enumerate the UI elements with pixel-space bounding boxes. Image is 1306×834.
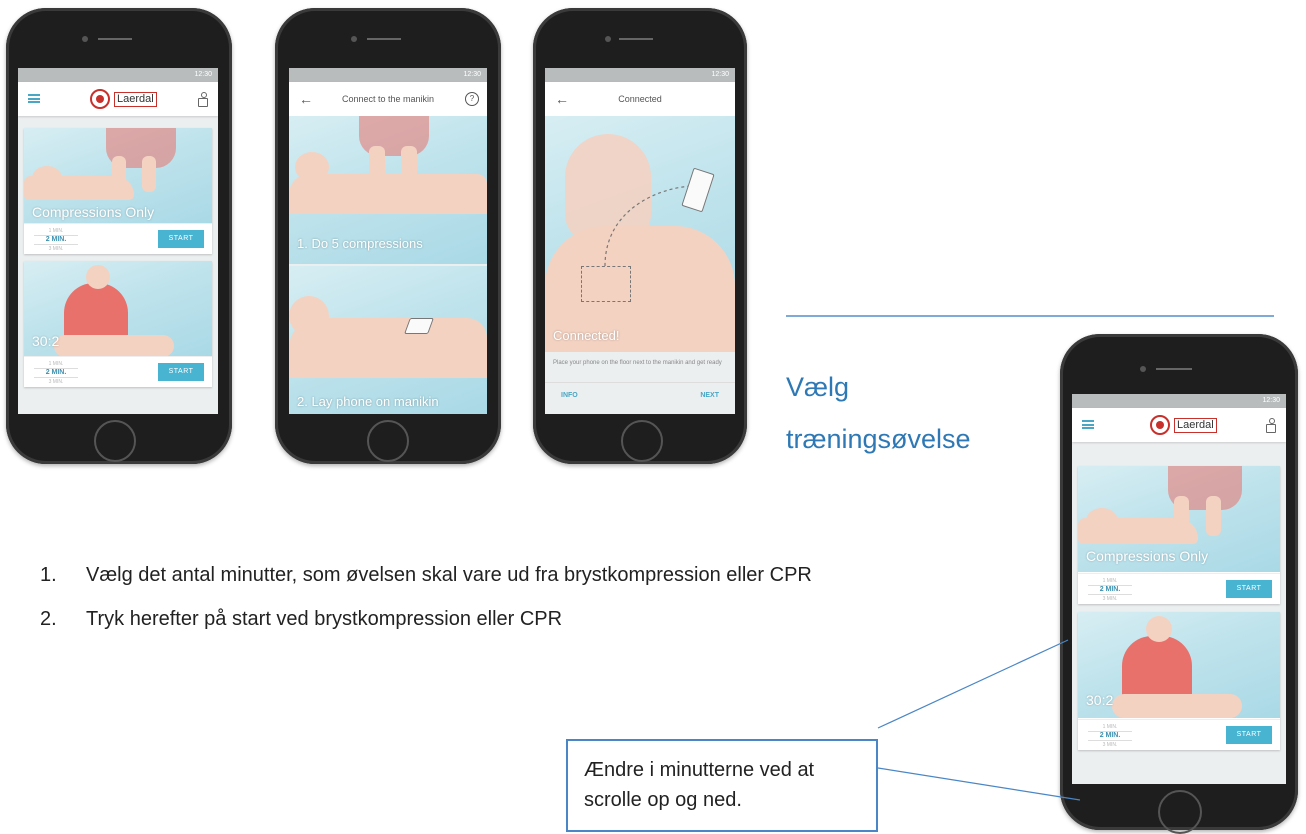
callout-box: Ændre i minutterne ved at scrolle op og … <box>566 739 878 832</box>
callout-leader-lines <box>877 639 1081 801</box>
